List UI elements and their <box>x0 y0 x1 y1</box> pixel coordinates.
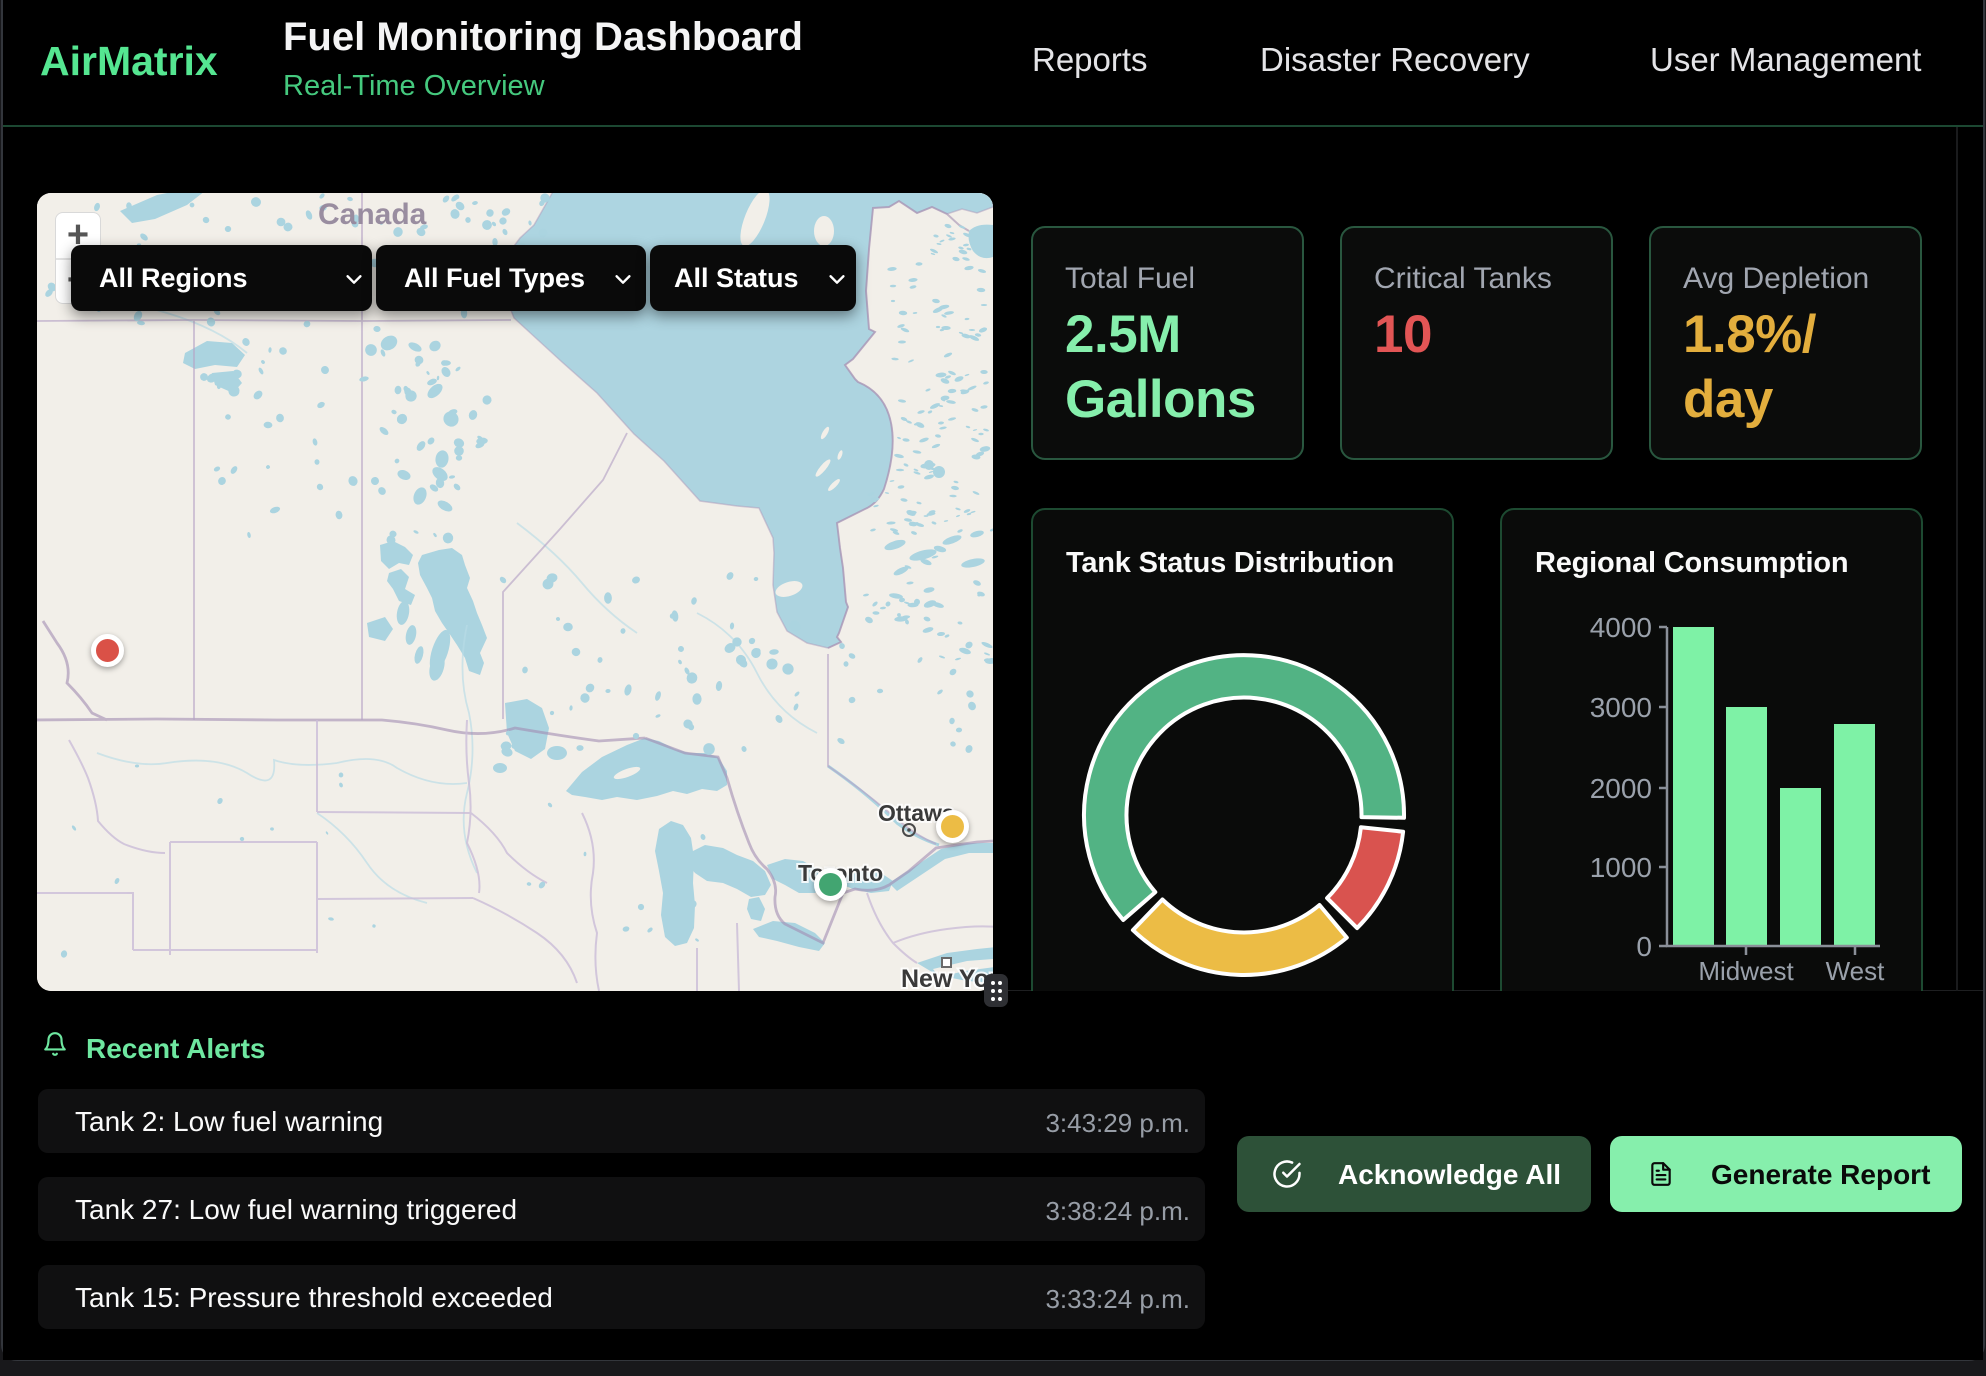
svg-text:3000: 3000 <box>1590 692 1652 723</box>
svg-text:New York: New York <box>901 965 993 991</box>
svg-text:Canada: Canada <box>318 198 427 231</box>
svg-text:0: 0 <box>1636 931 1652 962</box>
svg-text:West: West <box>1826 956 1886 986</box>
svg-text:1000: 1000 <box>1590 852 1652 883</box>
svg-text:Midwest: Midwest <box>1698 956 1794 986</box>
svg-text:4000: 4000 <box>1590 612 1652 643</box>
svg-text:2000: 2000 <box>1590 773 1652 804</box>
